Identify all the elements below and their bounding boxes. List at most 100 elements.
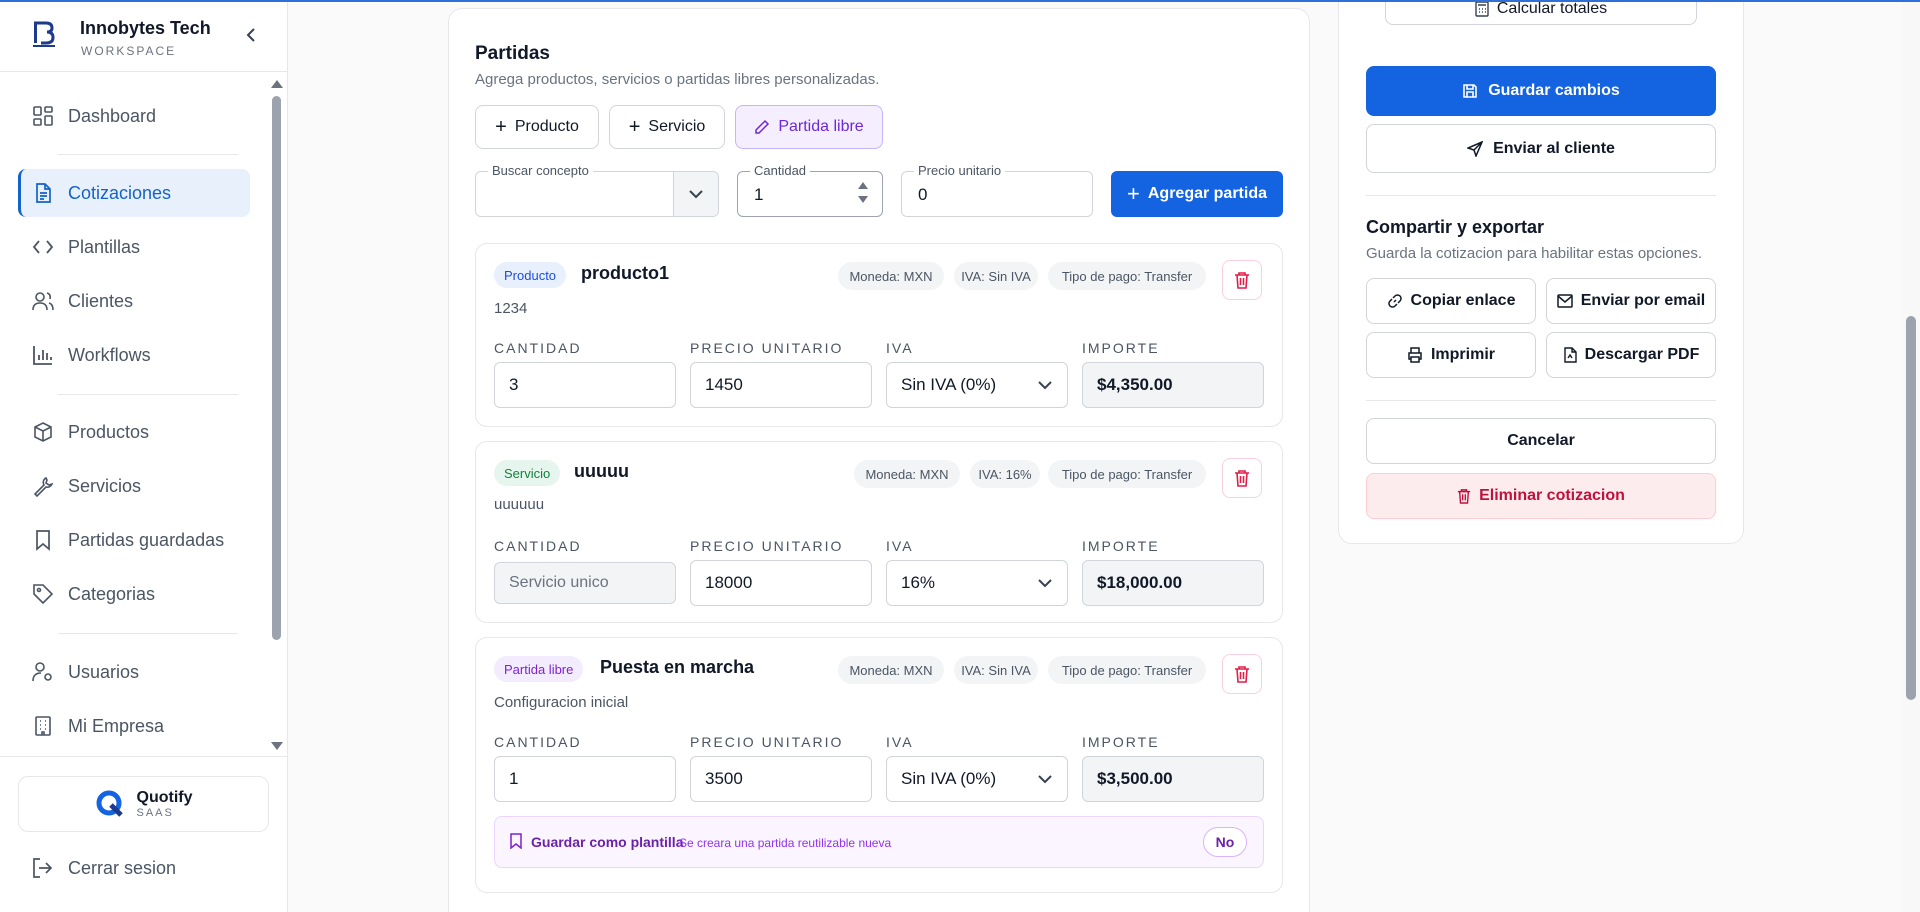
sidebar-item-label: Mi Empresa — [68, 715, 165, 736]
nav-divider — [58, 633, 238, 634]
quantity-input[interactable]: 3 — [494, 362, 676, 408]
top-accent-line — [0, 0, 1920, 2]
sidebar-scroll-thumb[interactable] — [272, 96, 281, 640]
price-input[interactable]: 3500 — [690, 756, 872, 802]
share-description: Guarda la cotizacion para habilitar esta… — [1366, 245, 1703, 262]
pencil-icon — [755, 119, 770, 134]
quantity-input: Servicio unico — [494, 562, 676, 604]
sidebar-item-clientes[interactable]: Clientes — [18, 277, 250, 325]
delete-item-button[interactable] — [1222, 260, 1262, 300]
amount-field: $3,500.00 — [1082, 756, 1264, 802]
price-input[interactable]: 18000 — [690, 560, 872, 606]
add-partida-button[interactable]: + Agregar partida — [1111, 171, 1283, 217]
sidebar-item-plantillas[interactable]: Plantillas — [18, 223, 250, 271]
button-label: Copiar enlace — [1410, 292, 1516, 309]
amount-field: $18,000.00 — [1082, 560, 1264, 606]
actions-panel: Calcular totales Guardar cambios Enviar … — [1338, 0, 1744, 544]
send-email-button[interactable]: Enviar por email — [1546, 278, 1716, 324]
tag-icon — [33, 584, 54, 605]
quantity-stepper[interactable]: Cantidad 1 — [737, 163, 883, 217]
print-button[interactable]: Imprimir — [1366, 332, 1536, 378]
button-label: Calcular totales — [1496, 0, 1608, 17]
app-name: Quotify — [136, 789, 193, 806]
section-description: Agrega productos, servicios o partidas l… — [475, 71, 880, 88]
page-scrollbar[interactable] — [1902, 0, 1920, 912]
cancel-button[interactable]: Cancelar — [1366, 418, 1716, 464]
field-label: Precio unitario — [914, 163, 1006, 178]
calculate-totals-button[interactable]: Calcular totales — [1385, 0, 1697, 25]
sidebar-item-dashboard[interactable]: Dashboard — [18, 92, 250, 140]
sidebar-item-label: Cotizaciones — [68, 182, 172, 203]
dropdown-toggle[interactable] — [673, 172, 718, 216]
button-label: Partida libre — [778, 118, 864, 135]
template-label: Guardar como plantilla — [531, 834, 684, 850]
price-input[interactable]: 1450 — [690, 362, 872, 408]
trash-icon — [1235, 272, 1249, 289]
sidebar-item-servicios[interactable]: Servicios — [18, 462, 250, 510]
iva-select[interactable]: 16% — [886, 560, 1068, 606]
send-to-client-button[interactable]: Enviar al cliente — [1366, 124, 1716, 173]
bookmark-icon — [510, 833, 522, 849]
send-icon — [1467, 140, 1484, 157]
delete-item-button[interactable] — [1222, 654, 1262, 694]
add-producto-button[interactable]: + Producto — [475, 105, 599, 149]
sidebar-item-label: Dashboard — [68, 105, 157, 126]
payment-chip: Tipo de pago: Transfer — [1048, 262, 1206, 290]
sidebar-item-label: Servicios — [68, 475, 142, 496]
iva-select[interactable]: Sin IVA (0%) — [886, 362, 1068, 408]
users-icon — [32, 292, 54, 311]
quantity-input[interactable]: 1 — [494, 756, 676, 802]
sidebar-scrollbar[interactable] — [270, 76, 284, 756]
sidebar-item-productos[interactable]: Productos — [18, 408, 250, 456]
scroll-down-arrow-icon[interactable] — [271, 742, 283, 750]
select-value: 16% — [901, 573, 936, 592]
item-description: uuuuuu — [494, 496, 545, 513]
plus-icon: + — [1127, 181, 1140, 206]
sidebar-item-categorias[interactable]: Categorias — [18, 570, 250, 618]
collapse-sidebar-button[interactable] — [240, 24, 262, 46]
item-name: Puesta en marcha — [600, 657, 755, 677]
column-label: IVA — [886, 734, 914, 750]
sidebar-item-cotizaciones[interactable]: Cotizaciones — [18, 169, 250, 217]
page-scroll-thumb[interactable] — [1906, 316, 1916, 700]
nav-divider — [58, 154, 238, 155]
add-partida-libre-button[interactable]: Partida libre — [735, 105, 883, 149]
section-title: Partidas — [475, 43, 550, 64]
button-label: Servicio — [648, 118, 706, 135]
logout-button[interactable]: Cerrar sesion — [30, 856, 176, 880]
line-item: Servicio uuuuu uuuuuu Moneda: MXN IVA: 1… — [475, 441, 1283, 623]
partidas-card: Partidas Agrega productos, servicios o p… — [448, 8, 1310, 912]
sidebar-item-partidas-guardadas[interactable]: Partidas guardadas — [18, 516, 250, 564]
add-servicio-button[interactable]: + Servicio — [609, 105, 725, 149]
sidebar-item-label: Partidas guardadas — [68, 529, 225, 550]
box-icon — [34, 422, 52, 442]
brand-header: Innobytes Tech WORKSPACE — [0, 0, 287, 72]
download-pdf-button[interactable]: Descargar PDF — [1546, 332, 1716, 378]
save-changes-button[interactable]: Guardar cambios — [1366, 66, 1716, 116]
user-settings-icon — [32, 662, 52, 682]
panel-divider — [1366, 195, 1716, 196]
spinner-arrows-icon[interactable] — [858, 182, 868, 206]
mail-icon — [1557, 294, 1573, 308]
save-template-toggle[interactable]: No — [1203, 827, 1247, 857]
sidebar-item-workflows[interactable]: Workflows — [18, 331, 250, 379]
share-title: Compartir y exportar — [1366, 217, 1545, 237]
save-template-bar: Guardar como plantilla Se creara una par… — [494, 816, 1264, 868]
sidebar-item-mi-empresa[interactable]: Mi Empresa — [18, 702, 250, 750]
building-icon — [35, 716, 51, 736]
sidebar-item-usuarios[interactable]: Usuarios — [18, 648, 250, 696]
item-description: 1234 — [494, 300, 528, 317]
copy-link-button[interactable]: Copiar enlace — [1366, 278, 1536, 324]
sidebar-item-label: Productos — [68, 421, 150, 442]
unit-price-input[interactable]: Precio unitario 0 — [901, 163, 1093, 217]
scroll-up-arrow-icon[interactable] — [271, 80, 283, 88]
search-concept-select[interactable]: Buscar concepto — [475, 163, 719, 217]
column-label: IMPORTE — [1082, 538, 1160, 554]
delete-quote-button[interactable]: Eliminar cotizacion — [1366, 473, 1716, 519]
chevron-down-icon — [1038, 381, 1052, 390]
iva-select[interactable]: Sin IVA (0%) — [886, 756, 1068, 802]
item-name: uuuuu — [574, 461, 629, 481]
delete-item-button[interactable] — [1222, 458, 1262, 498]
button-label: Guardar cambios — [1488, 82, 1620, 99]
code-icon — [32, 240, 54, 254]
